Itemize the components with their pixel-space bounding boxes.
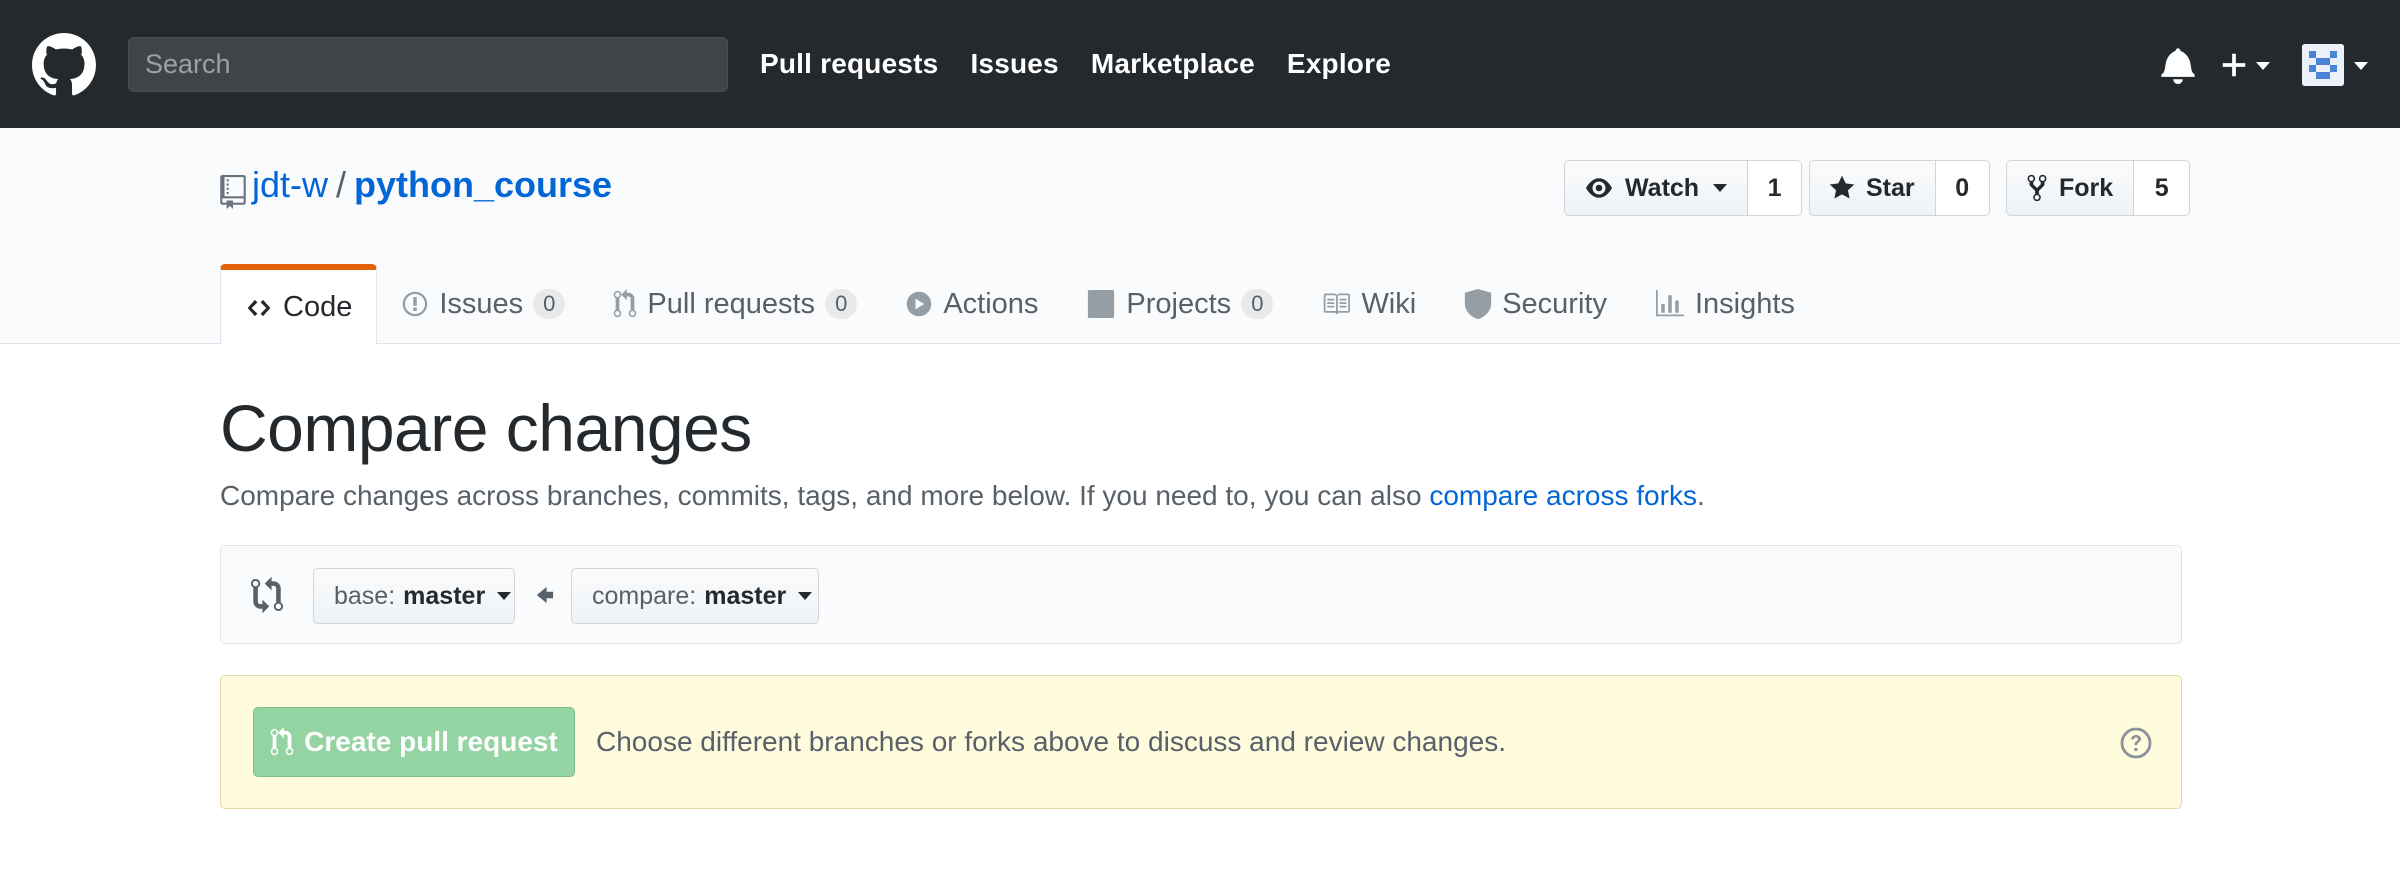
caret-down-icon — [497, 592, 512, 600]
tab-label: Code — [283, 291, 353, 323]
arrow-left-icon — [536, 586, 554, 604]
tab-label: Wiki — [1361, 287, 1417, 320]
fork-group: Fork 5 — [2006, 160, 2191, 216]
avatar — [2302, 44, 2344, 86]
bell-icon[interactable] — [2160, 46, 2196, 84]
git-compare-icon — [251, 576, 283, 614]
watch-group: Watch 1 — [1564, 160, 1803, 216]
global-nav: Pull requests Issues Marketplace Explore — [760, 0, 1391, 128]
create-pull-request-label: Create pull request — [304, 726, 558, 757]
git-pull-request-icon — [270, 727, 294, 756]
base-prefix: base: — [334, 581, 396, 610]
issues-counter: 0 — [533, 289, 566, 319]
nav-explore[interactable]: Explore — [1287, 48, 1391, 80]
star-button[interactable]: Star — [1809, 160, 1936, 216]
flash-message: Choose different branches or forks above… — [596, 726, 1506, 757]
projects-counter: 0 — [1241, 289, 1274, 319]
tab-projects[interactable]: Projects 0 — [1062, 264, 1297, 344]
code-icon — [247, 299, 271, 316]
tab-pull-requests[interactable]: Pull requests 0 — [589, 264, 881, 344]
git-pull-request-icon — [614, 289, 637, 318]
create-pull-request-button[interactable]: Create pull request — [253, 707, 575, 777]
star-group: Star 0 — [1809, 160, 1990, 216]
tab-label: Pull requests — [647, 287, 816, 320]
fork-label: Fork — [2059, 173, 2114, 202]
global-header: Pull requests Issues Marketplace Explore — [0, 0, 2400, 128]
eye-icon — [1586, 178, 1612, 198]
caret-down-icon — [2354, 62, 2368, 70]
nav-pull-requests[interactable]: Pull requests — [760, 48, 938, 80]
github-logo-icon[interactable] — [31, 33, 97, 97]
tab-label: Actions — [943, 287, 1039, 320]
base-branch-name: master — [403, 581, 486, 610]
graph-icon — [1655, 290, 1684, 317]
repo-owner-link[interactable]: jdt-w — [252, 164, 328, 205]
project-icon — [1088, 290, 1115, 318]
star-label: Star — [1866, 173, 1915, 202]
tab-label: Security — [1502, 287, 1607, 320]
page-subtitle: Compare changes across branches, commits… — [220, 480, 1705, 512]
search-input[interactable] — [128, 37, 728, 92]
star-icon — [1829, 175, 1855, 199]
tab-code[interactable]: Code — [220, 264, 378, 345]
issue-opened-icon — [403, 291, 428, 317]
page-title: Compare changes — [220, 391, 752, 465]
watch-count[interactable]: 1 — [1748, 160, 1803, 216]
watch-button[interactable]: Watch — [1564, 160, 1749, 216]
book-icon — [1324, 293, 1351, 315]
identicon-icon — [2302, 44, 2344, 86]
tab-wiki[interactable]: Wiki — [1297, 264, 1440, 344]
compare-branch-name: master — [704, 581, 787, 610]
play-icon — [907, 291, 932, 317]
user-menu-dropdown[interactable] — [2302, 44, 2370, 88]
pull-requests-counter: 0 — [825, 289, 858, 319]
subtitle-text: Compare changes across branches, commits… — [220, 480, 1422, 511]
nav-marketplace[interactable]: Marketplace — [1091, 48, 1255, 80]
fork-count[interactable]: 5 — [2134, 160, 2191, 216]
watch-label: Watch — [1625, 173, 1700, 202]
tab-label: Projects — [1126, 287, 1232, 320]
compare-across-forks-link[interactable]: compare across forks — [1429, 480, 1697, 511]
shield-icon — [1465, 289, 1492, 319]
nav-issues[interactable]: Issues — [970, 48, 1058, 80]
repo-forked-icon — [2027, 174, 2047, 202]
tab-insights[interactable]: Insights — [1631, 264, 1819, 344]
compare-branch-dropdown[interactable]: compare: master — [571, 568, 819, 624]
subtitle-end: . — [1696, 480, 1705, 511]
create-new-dropdown[interactable] — [2220, 46, 2272, 84]
tab-label: Issues — [439, 287, 524, 320]
base-branch-dropdown[interactable]: base: master — [313, 568, 515, 624]
repo-icon — [220, 175, 246, 209]
caret-down-icon — [1713, 184, 1728, 192]
star-count[interactable]: 0 — [1935, 160, 1990, 216]
question-icon[interactable] — [2120, 727, 2152, 759]
repo-name-link[interactable]: python_course — [354, 164, 612, 205]
compare-range-editor: base: master compare: master — [220, 545, 2182, 644]
tab-actions[interactable]: Actions — [881, 264, 1062, 344]
repo-nav-tabs: Code Issues 0 Pull requests 0 Actions Pr… — [220, 264, 1819, 345]
fork-button[interactable]: Fork — [2006, 160, 2135, 216]
tab-security[interactable]: Security — [1440, 264, 1631, 344]
plus-icon — [2222, 53, 2246, 77]
tab-label: Insights — [1694, 287, 1795, 320]
tab-issues[interactable]: Issues 0 — [377, 264, 589, 344]
compare-flash-notice: Create pull request Choose different bra… — [220, 675, 2182, 809]
repo-title: jdt-w / python_course — [252, 164, 612, 206]
caret-down-icon — [2256, 62, 2270, 70]
caret-down-icon — [798, 592, 813, 600]
compare-prefix: compare: — [592, 581, 697, 610]
repo-separator: / — [336, 164, 347, 205]
